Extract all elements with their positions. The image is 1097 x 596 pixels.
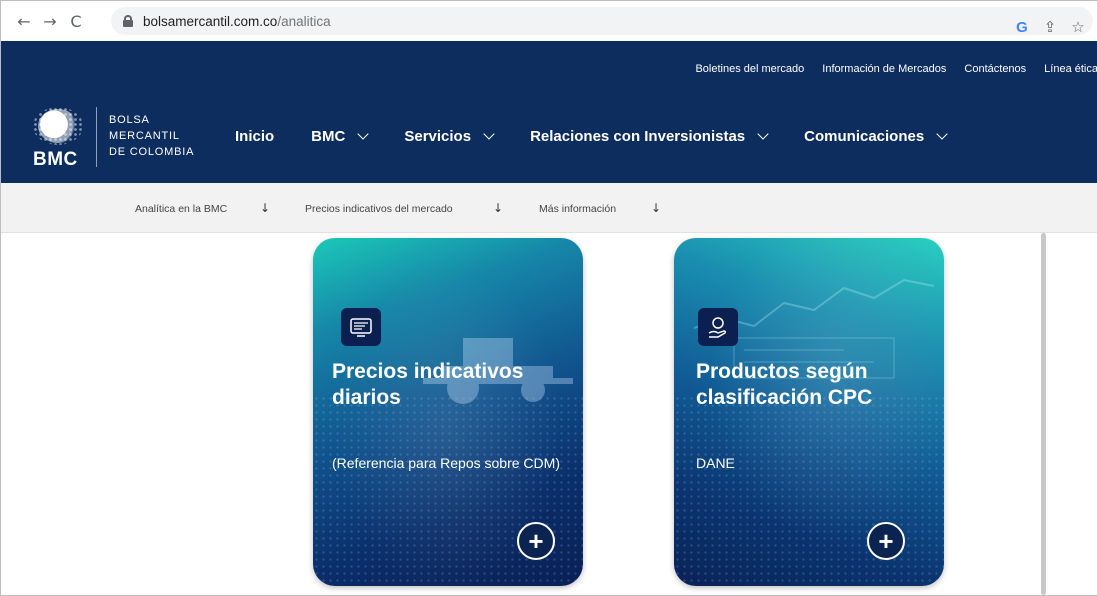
google-icon[interactable]: G [1013, 19, 1031, 36]
top-link-contactenos[interactable]: Contáctenos [964, 63, 1026, 75]
bmc-logo[interactable]: BMC [29, 107, 89, 173]
logo-text: BMC [33, 149, 78, 170]
arrow-down-icon: ↓ [493, 201, 504, 215]
sub-nav-analitica[interactable]: Analítica en la BMC [135, 203, 227, 215]
globe-icon [38, 109, 78, 143]
arrow-down-icon: ↓ [260, 201, 271, 215]
coin-hand-icon [698, 308, 738, 346]
sub-nav-mas-informacion[interactable]: Más información [539, 203, 616, 215]
star-icon[interactable]: ☆ [1069, 18, 1087, 36]
brand-line: BOLSA [109, 114, 150, 126]
top-links: Boletines del mercado Información de Mer… [695, 63, 1097, 75]
brand-line: MERCANTIL [109, 130, 180, 142]
card-description: (Referencia para Repos sobre CDM) [332, 455, 560, 471]
card-title: Productos según clasificación CPC [696, 360, 873, 409]
nav-item-servicios[interactable]: Servicios [404, 128, 495, 145]
forward-icon[interactable]: → [37, 8, 63, 34]
chevron-down-icon [357, 128, 370, 140]
nav-item-comunicaciones[interactable]: Comunicaciones [804, 128, 948, 145]
url-path: /analitica [277, 13, 331, 29]
card-title: Precios indicativos diarios [332, 360, 524, 409]
dot-pattern [674, 394, 944, 586]
nav-item-inicio[interactable]: Inicio [235, 128, 274, 145]
site-header: Boletines del mercado Información de Mer… [1, 41, 1097, 183]
brand-line: DE COLOMBIA [109, 146, 195, 158]
nav-item-label: BMC [311, 128, 346, 145]
brand-name: BOLSA MERCANTIL DE COLOMBIA [109, 112, 194, 160]
arrow-down-icon: ↓ [651, 201, 662, 215]
nav-item-label: Comunicaciones [804, 128, 925, 145]
sub-nav-precios[interactable]: Precios indicativos del mercado [305, 203, 453, 215]
share-icon[interactable]: ⇪ [1041, 18, 1059, 36]
back-icon[interactable]: ← [11, 8, 37, 34]
url-domain: bolsamercantil.com.co [143, 13, 278, 29]
top-link-boletines[interactable]: Boletines del mercado [695, 63, 804, 75]
browser-window: ← → C bolsamercantil.com.co/analitica G … [0, 0, 1097, 596]
sub-nav: Analítica en la BMC ↓ Precios indicativo… [1, 183, 1097, 233]
document-screen-icon [341, 308, 381, 346]
address-bar[interactable]: bolsamercantil.com.co/analitica G ⇪ ☆ [111, 7, 1093, 36]
chevron-down-icon [936, 128, 948, 140]
top-link-linea-etica[interactable]: Línea ética [1044, 63, 1097, 75]
expand-button[interactable]: + [867, 522, 905, 560]
card-description: DANE [696, 455, 735, 471]
chevron-down-icon [483, 128, 495, 140]
reload-icon[interactable]: C [63, 8, 89, 34]
address-bar-actions: G ⇪ ☆ [1013, 13, 1087, 41]
nav-item-bmc[interactable]: BMC [311, 128, 370, 145]
chevron-down-icon [757, 128, 769, 140]
nav-item-label: Inicio [235, 128, 275, 145]
lock-icon [123, 15, 133, 27]
nav-item-label: Servicios [404, 128, 472, 145]
expand-button[interactable]: + [517, 522, 555, 560]
nav-item-relaciones[interactable]: Relaciones con Inversionistas [530, 128, 769, 145]
nav-item-label: Relaciones con Inversionistas [530, 128, 746, 145]
scrollbar[interactable] [1041, 233, 1046, 595]
logo-divider [96, 107, 97, 167]
card-precios-indicativos[interactable]: Precios indicativos diarios (Referencia … [313, 238, 583, 586]
main-nav: Inicio BMC Servicios Relaciones con Inve… [235, 128, 983, 145]
card-productos-cpc[interactable]: Productos según clasificación CPC DANE + [674, 238, 944, 586]
browser-toolbar: ← → C bolsamercantil.com.co/analitica G … [1, 1, 1097, 41]
top-link-informacion[interactable]: Información de Mercados [822, 63, 946, 75]
